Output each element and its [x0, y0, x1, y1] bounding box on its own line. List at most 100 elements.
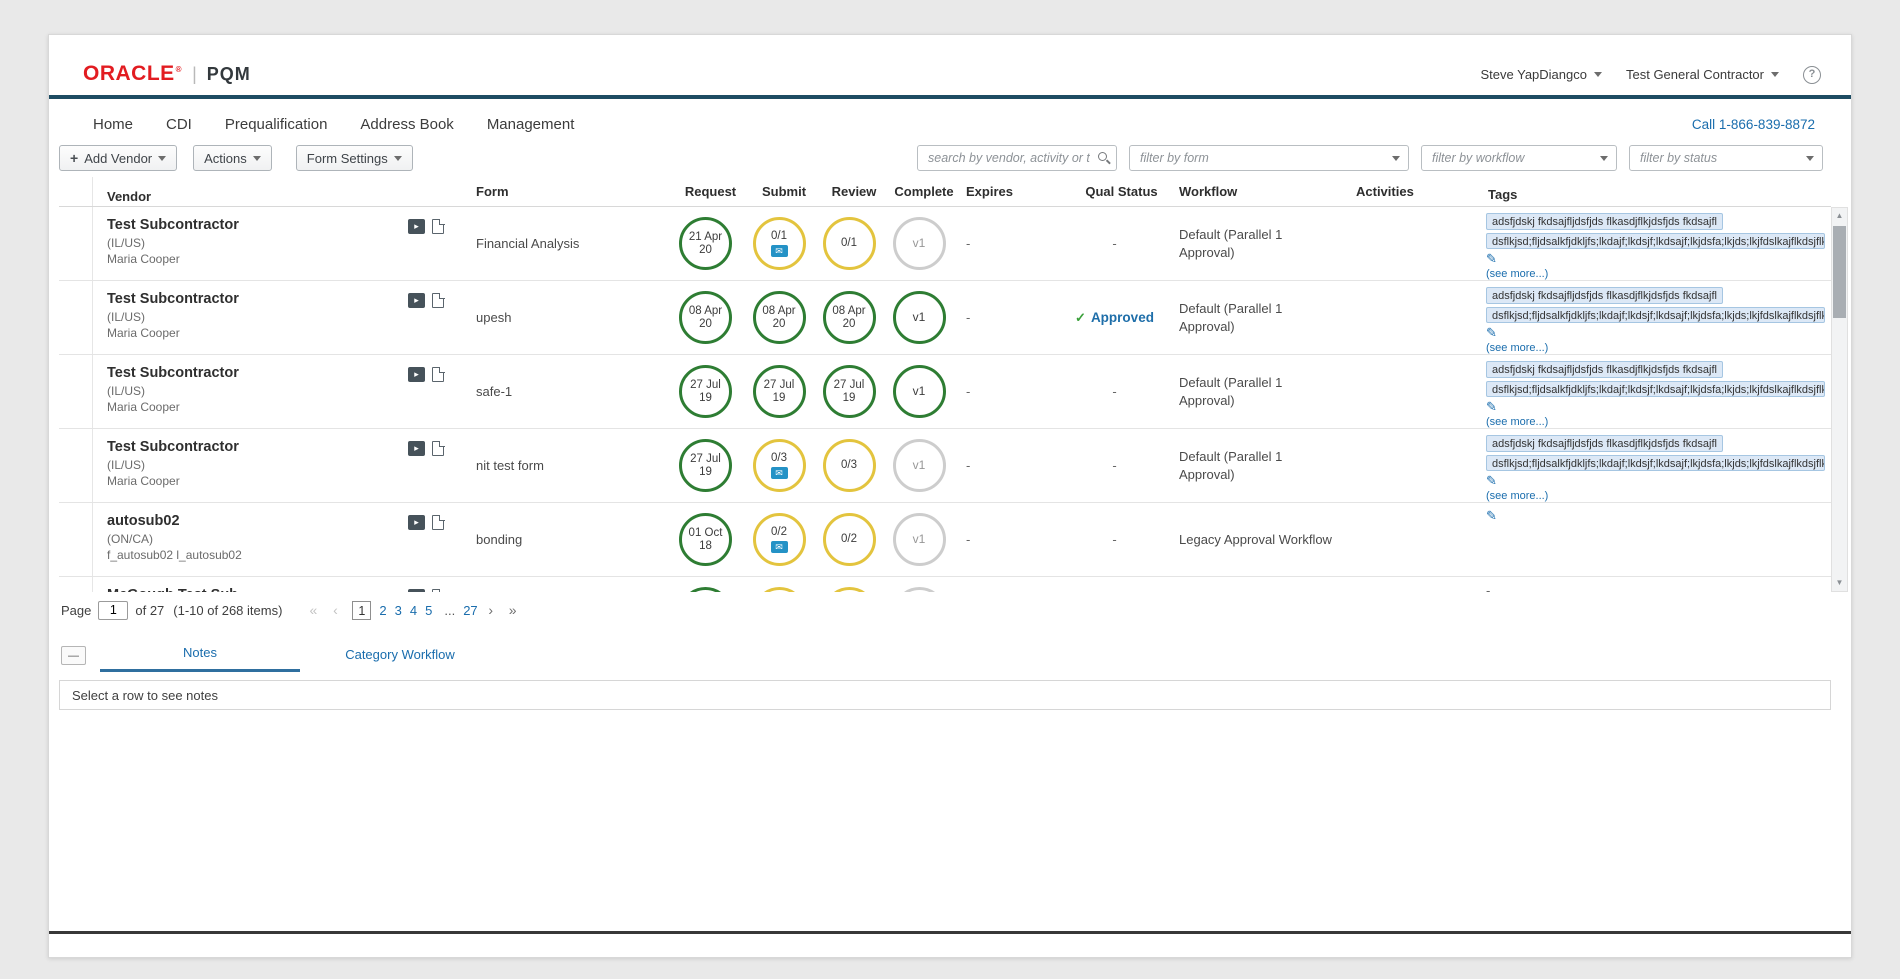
table-row[interactable]: Test Subcontractor(IL/US)Maria Cooper▸Fi…: [59, 207, 1831, 281]
submit-status-circle[interactable]: 0/1✉: [753, 217, 806, 270]
see-more-link[interactable]: (see more...): [1486, 416, 1825, 428]
search-icon[interactable]: [1098, 152, 1107, 161]
tag-pill[interactable]: dsflkjsd;fljdsalkfjdkljfs;lkdajf;lkdsjf;…: [1486, 455, 1825, 472]
report-icon[interactable]: ▸: [408, 515, 425, 530]
actions-button[interactable]: Actions: [193, 145, 272, 171]
request-status-circle[interactable]: 21 Apr20: [679, 217, 732, 270]
nav-item-home[interactable]: Home: [93, 116, 133, 133]
page-link[interactable]: 4: [410, 603, 417, 618]
edit-tags-icon[interactable]: ✎: [1486, 252, 1825, 265]
scroll-down-icon[interactable]: ▼: [1832, 575, 1847, 591]
edit-tags-icon[interactable]: ✎: [1486, 326, 1825, 339]
see-more-link[interactable]: (see more...): [1486, 490, 1825, 502]
help-button[interactable]: ?: [1803, 65, 1821, 84]
tag-pill[interactable]: dsflkjsd;fljdsalkfjdkljfs;lkdajf;lkdsjf;…: [1486, 233, 1825, 250]
document-icon[interactable]: [432, 219, 444, 234]
page-input[interactable]: [98, 601, 128, 620]
table-row[interactable]: Test Subcontractor(IL/US)Maria Cooper▸ni…: [59, 429, 1831, 503]
vendor-name-link[interactable]: Test Subcontractor: [107, 291, 239, 308]
review-status-circle[interactable]: 0/1: [823, 217, 876, 270]
filter-by-status-select[interactable]: filter by status: [1629, 145, 1823, 171]
document-icon[interactable]: [432, 441, 444, 456]
see-more-link[interactable]: (see more...): [1486, 342, 1825, 354]
collapse-panel-button[interactable]: —: [61, 646, 86, 665]
tag-pill[interactable]: dsflkjsd;fljdsalkfjdkljfs;lkdajf;lkdsjf;…: [1486, 381, 1825, 398]
document-icon[interactable]: [432, 589, 444, 592]
first-page-button[interactable]: «: [304, 602, 322, 618]
form-settings-button[interactable]: Form Settings: [296, 145, 413, 171]
complete-status-circle[interactable]: v1: [893, 439, 946, 492]
submit-status-circle[interactable]: 27 Jul19: [753, 365, 806, 418]
edit-tags-icon[interactable]: ✎: [1486, 509, 1825, 522]
nav-item-management[interactable]: Management: [487, 116, 575, 133]
review-status-circle[interactable]: 0/3: [823, 587, 876, 592]
tag-pill[interactable]: adsfjdskj fkdsajfljdsfjds flkasdjflkjdsf…: [1486, 213, 1723, 230]
submit-status-circle[interactable]: 0/2✉: [753, 513, 806, 566]
table-row[interactable]: McGough Test Sub(MN/US)▸test-31-831 Aug0…: [59, 577, 1831, 592]
scrollbar-thumb[interactable]: [1833, 226, 1846, 318]
next-page-button[interactable]: ›: [482, 602, 500, 618]
submit-status-circle[interactable]: 08 Apr20: [753, 291, 806, 344]
report-icon[interactable]: ▸: [408, 367, 425, 382]
tag-pill[interactable]: adsfjdskj fkdsajfljdsfjds flkasdjflkjdsf…: [1486, 361, 1723, 378]
filter-by-form-select[interactable]: filter by form: [1129, 145, 1409, 171]
review-status-circle[interactable]: 0/3: [823, 439, 876, 492]
complete-status-circle[interactable]: v1: [893, 513, 946, 566]
document-icon[interactable]: [432, 293, 444, 308]
request-status-circle[interactable]: 27 Jul19: [679, 365, 732, 418]
review-status-circle[interactable]: 08 Apr20: [823, 291, 876, 344]
last-page-button[interactable]: »: [504, 602, 522, 618]
tab-notes[interactable]: Notes: [100, 639, 300, 672]
review-status-circle[interactable]: 27 Jul19: [823, 365, 876, 418]
request-status-circle[interactable]: 27 Jul19: [679, 439, 732, 492]
nav-item-cdi[interactable]: CDI: [166, 116, 192, 133]
complete-status-circle[interactable]: v1: [893, 291, 946, 344]
table-row[interactable]: Test Subcontractor(IL/US)Maria Cooper▸up…: [59, 281, 1831, 355]
prev-page-button[interactable]: ‹: [326, 602, 344, 618]
page-link-last[interactable]: 27: [463, 603, 477, 618]
review-status-circle[interactable]: 0/2: [823, 513, 876, 566]
tag-pill[interactable]: adsfjdskj fkdsajfljdsfjds flkasdjflkjdsf…: [1486, 435, 1723, 452]
tab-category-workflow[interactable]: Category Workflow: [300, 641, 500, 671]
document-icon[interactable]: [432, 515, 444, 530]
vendor-name-link[interactable]: autosub02: [107, 513, 242, 530]
vendor-name-link[interactable]: McGough Test Sub: [107, 587, 238, 592]
filter-by-workflow-select[interactable]: filter by workflow: [1421, 145, 1617, 171]
edit-tags-icon[interactable]: ✎: [1486, 474, 1825, 487]
tag-pill[interactable]: dsflkjsd;fljdsalkfjdkljfs;lkdajf;lkdsjf;…: [1486, 307, 1825, 324]
tag-pill[interactable]: adsfjdskj fkdsajfljdsfjds flkasdjflkjdsf…: [1486, 287, 1723, 304]
report-icon[interactable]: ▸: [408, 441, 425, 456]
nav-item-prequalification[interactable]: Prequalification: [225, 116, 328, 133]
org-menu[interactable]: Test General Contractor: [1626, 67, 1779, 82]
document-icon[interactable]: [432, 367, 444, 382]
complete-status-circle[interactable]: v1: [893, 587, 946, 592]
search-input[interactable]: [917, 145, 1117, 171]
complete-status-circle[interactable]: v1: [893, 217, 946, 270]
table-row[interactable]: autosub02(ON/CA)f_autosub02 l_autosub02▸…: [59, 503, 1831, 577]
report-icon[interactable]: ▸: [408, 293, 425, 308]
add-vendor-button[interactable]: + Add Vendor: [59, 145, 177, 171]
scroll-up-icon[interactable]: ▲: [1832, 208, 1847, 224]
complete-status-circle[interactable]: v1: [893, 365, 946, 418]
page-link[interactable]: 3: [395, 603, 402, 618]
vendor-name-link[interactable]: Test Subcontractor: [107, 217, 239, 234]
nav-item-address-book[interactable]: Address Book: [360, 116, 453, 133]
see-more-link[interactable]: (see more...): [1486, 268, 1825, 280]
call-link[interactable]: Call 1-866-839-8872: [1692, 117, 1815, 132]
user-menu[interactable]: Steve YapDiangco: [1481, 67, 1602, 82]
page-link[interactable]: 2: [379, 603, 386, 618]
request-status-circle[interactable]: 31 Aug: [679, 587, 732, 592]
report-icon[interactable]: ▸: [408, 589, 425, 592]
request-status-circle[interactable]: 08 Apr20: [679, 291, 732, 344]
table-scrollbar[interactable]: ▲ ▼: [1831, 207, 1848, 592]
request-status-circle[interactable]: 01 Oct18: [679, 513, 732, 566]
table-row[interactable]: Test Subcontractor(IL/US)Maria Cooper▸sa…: [59, 355, 1831, 429]
page-current[interactable]: 1: [352, 601, 371, 620]
report-icon[interactable]: ▸: [408, 219, 425, 234]
qual-status-value[interactable]: Approved: [1091, 310, 1154, 325]
submit-status-circle[interactable]: 0/3: [753, 587, 806, 592]
edit-tags-icon[interactable]: ✎: [1486, 400, 1825, 413]
page-link[interactable]: 5: [425, 603, 432, 618]
vendor-name-link[interactable]: Test Subcontractor: [107, 439, 239, 456]
submit-status-circle[interactable]: 0/3✉: [753, 439, 806, 492]
